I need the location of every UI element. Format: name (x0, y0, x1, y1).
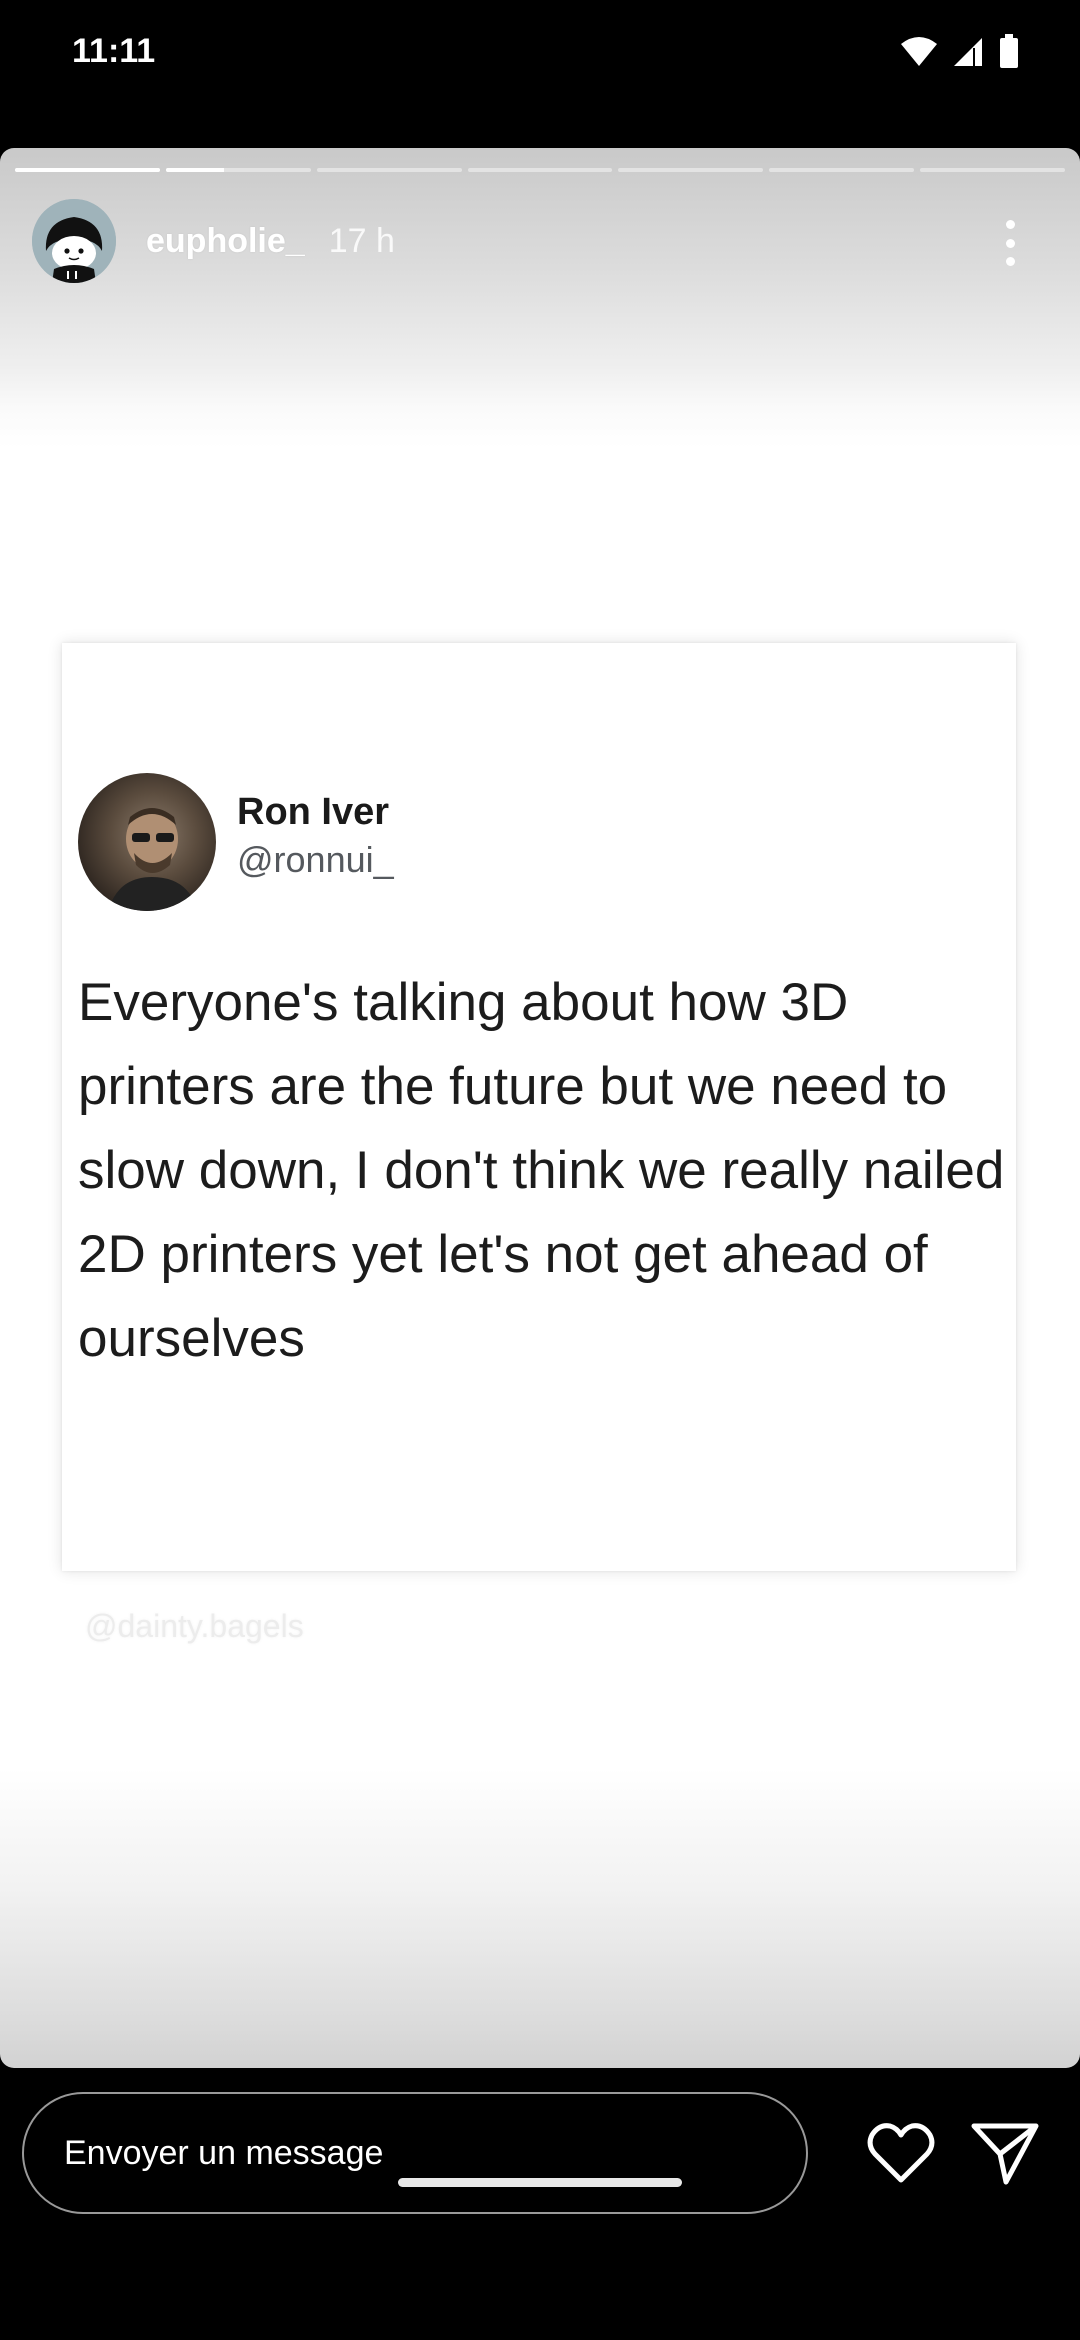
tweet-avatar (78, 773, 216, 911)
cartoon-avatar-icon (32, 199, 116, 283)
progress-segment (316, 168, 462, 172)
more-vertical-icon[interactable] (1000, 220, 1020, 266)
tweet-author-handle: @ronnui_ (237, 839, 394, 880)
progress-segment (920, 168, 1066, 172)
story-username[interactable]: eupholie_ (146, 222, 305, 261)
wifi-icon (901, 37, 937, 66)
send-icon[interactable] (970, 2120, 1040, 2186)
home-indicator[interactable] (398, 2178, 682, 2187)
story-progress (15, 168, 1066, 173)
status-icons (900, 34, 1020, 70)
tweet-screenshot: Ron Iver @ronnui_ Everyone's talking abo… (62, 643, 1016, 1571)
heart-icon[interactable] (866, 2122, 936, 2184)
progress-segment (467, 168, 613, 172)
watermark: @dainty.bagels (85, 1608, 304, 1644)
user-avatar[interactable] (32, 199, 116, 283)
progress-segment (15, 168, 160, 172)
battery-icon (1000, 34, 1018, 68)
progress-segment (618, 168, 764, 172)
person-photo-icon (108, 808, 198, 911)
message-input-placeholder: Envoyer un message (64, 2133, 384, 2172)
message-input[interactable]: Envoyer un message (22, 2092, 808, 2214)
reply-bar: Envoyer un message (0, 2082, 1080, 2252)
story-time-ago: 17 h (328, 221, 395, 260)
story-viewer[interactable]: eupholie_ 17 h Ron Iver @ronnui_ Everyon… (0, 148, 1080, 2068)
tweet-author-name: Ron Iver (237, 791, 390, 833)
status-time: 11:11 (72, 32, 156, 70)
tweet-text: Everyone's talking about how 3D printers… (78, 973, 1005, 1368)
status-bar: 11:11 (0, 0, 1080, 110)
progress-segment (769, 168, 915, 172)
signal-icon (954, 38, 982, 66)
progress-segment-active (165, 168, 311, 172)
story-header: eupholie_ 17 h (32, 196, 1048, 286)
